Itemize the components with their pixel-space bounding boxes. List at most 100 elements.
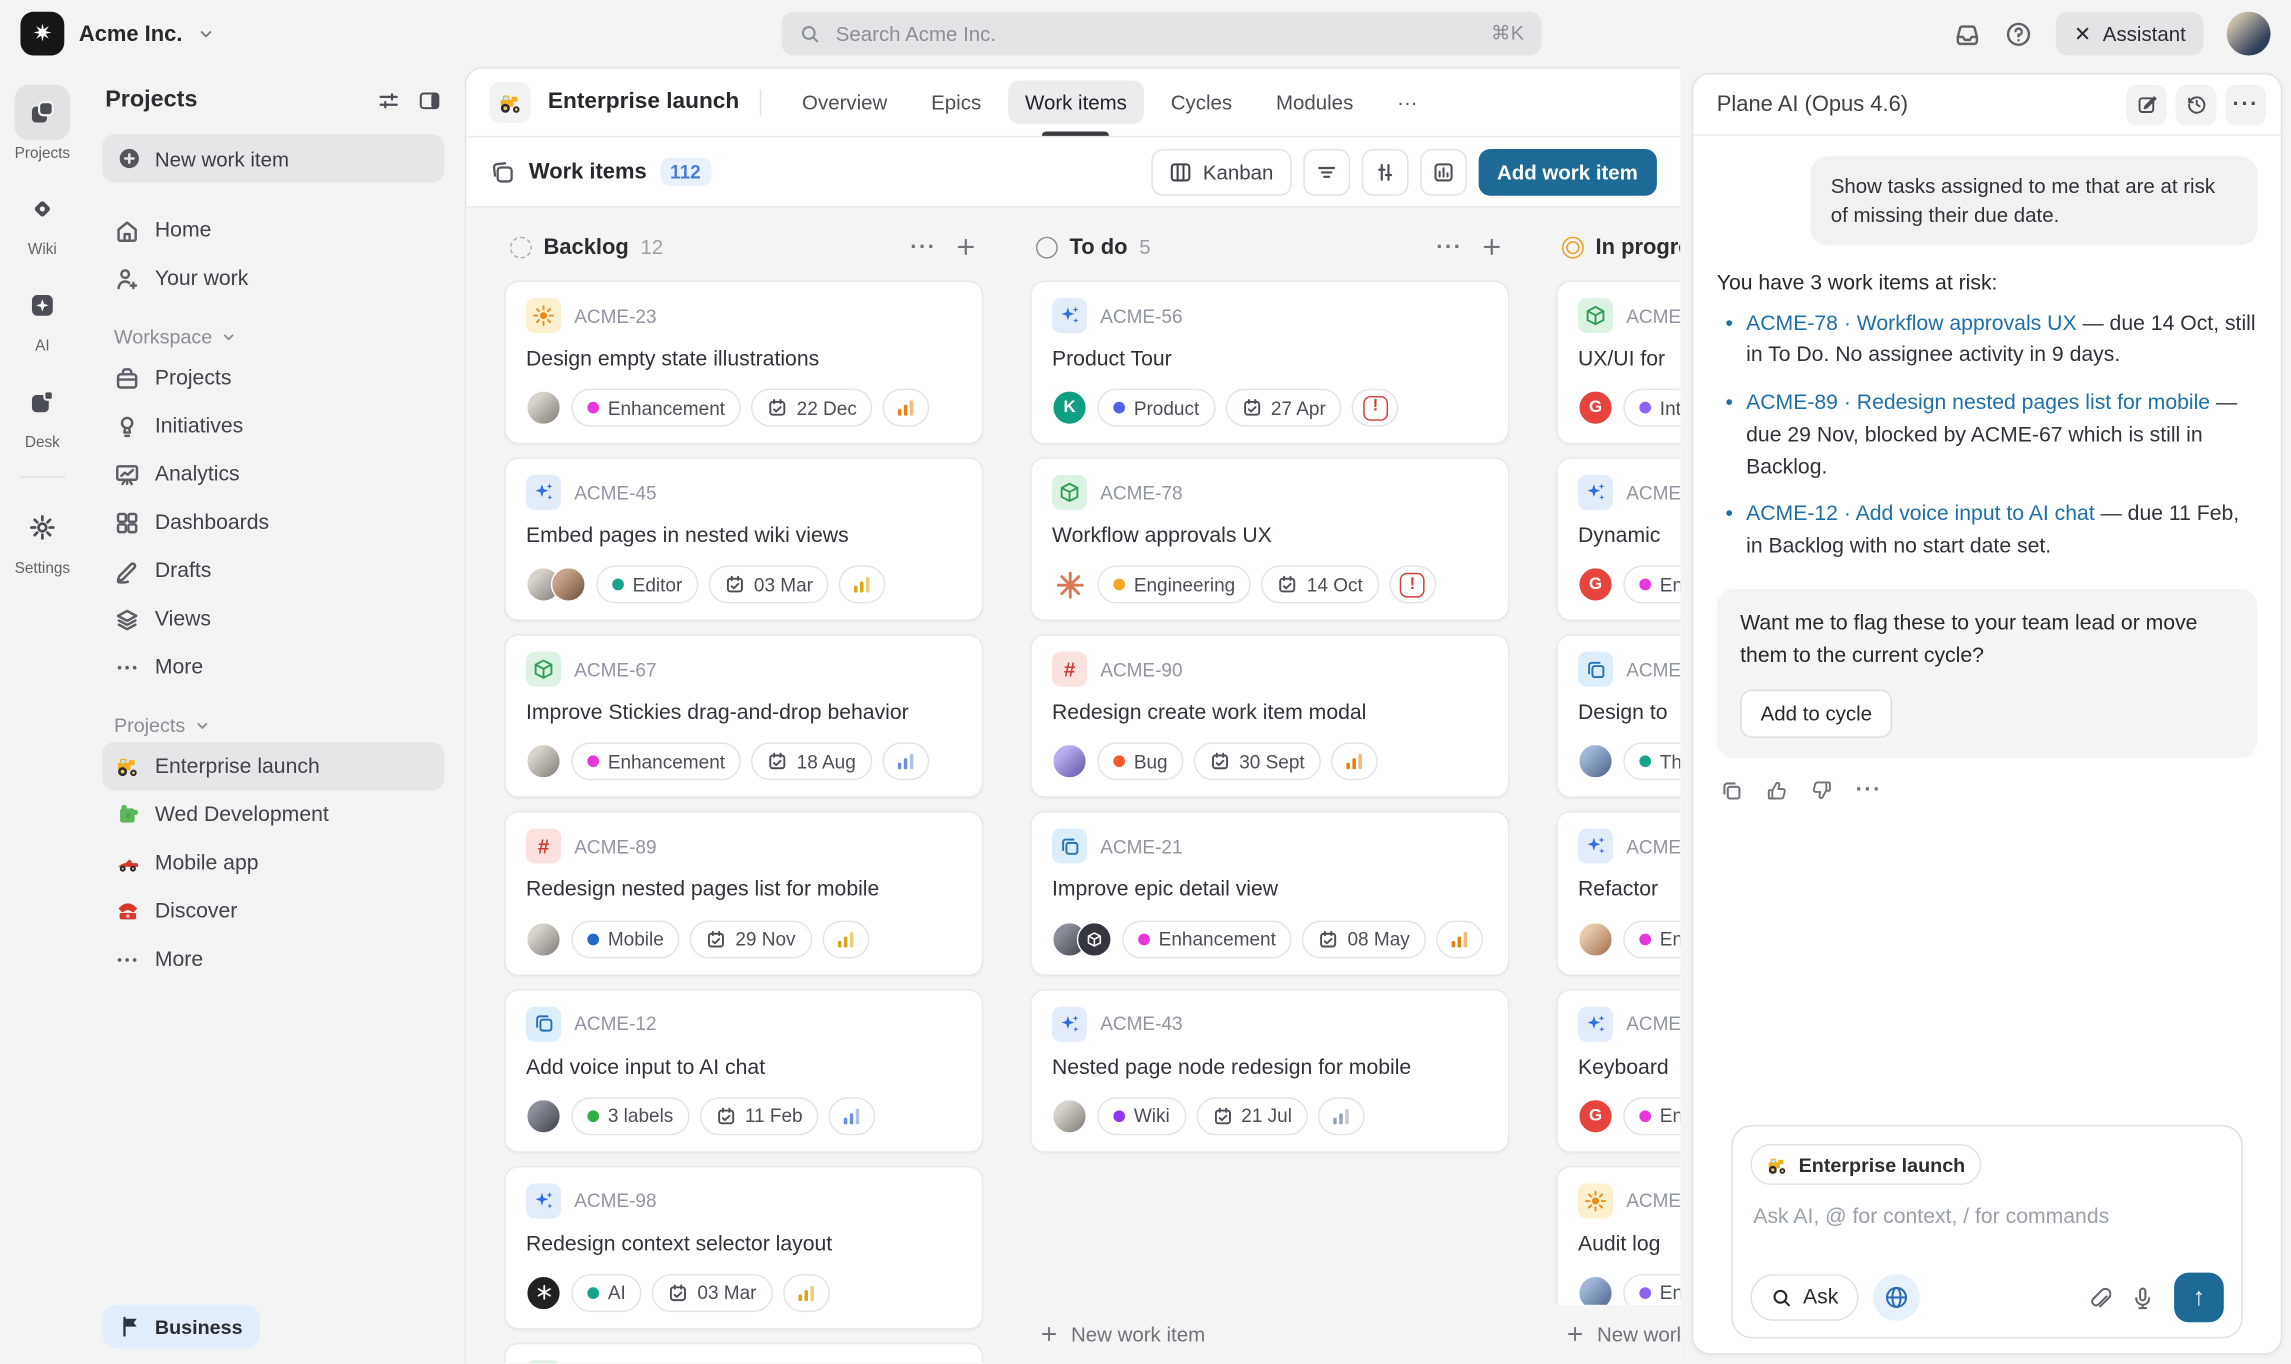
- column-add-icon[interactable]: [1480, 235, 1503, 258]
- sidebar-section-workspace[interactable]: Workspace: [102, 326, 444, 348]
- progress-chart-pill[interactable]: [1331, 743, 1378, 781]
- work-item-link[interactable]: ACME-78 · Workflow approvals UX: [1746, 312, 2076, 335]
- sidebar-item-drafts[interactable]: Drafts: [102, 546, 444, 594]
- work-item-card[interactable]: ACME-Audit logEn: [1556, 1165, 1680, 1304]
- tab-modules[interactable]: Modules: [1256, 69, 1374, 136]
- sidebar-item-views[interactable]: Views: [102, 595, 444, 643]
- plan-badge[interactable]: Business: [102, 1305, 260, 1349]
- workspace-logo[interactable]: ✷: [20, 12, 64, 56]
- due-date-pill[interactable]: 08 May: [1302, 920, 1426, 958]
- work-item-card[interactable]: ACME-6UX/UI forGInt: [1556, 281, 1680, 445]
- sidebar-item-home[interactable]: Home: [102, 206, 444, 254]
- sidebar-item-initiatives[interactable]: Initiatives: [102, 402, 444, 450]
- copy-icon[interactable]: [1720, 779, 1743, 802]
- analytics-button[interactable]: [1420, 148, 1467, 195]
- sidebar-item-projects[interactable]: Projects: [102, 354, 444, 402]
- sidebar-item-dashboards[interactable]: Dashboards: [102, 498, 444, 546]
- work-item-link[interactable]: ACME-89 · Redesign nested pages list for…: [1746, 392, 2210, 415]
- label-pill[interactable]: Enhancement: [1122, 920, 1292, 958]
- workspace-chevron-down-icon[interactable]: [197, 25, 215, 43]
- label-pill[interactable]: Th: [1623, 743, 1680, 781]
- assistant-input[interactable]: [1753, 1205, 2226, 1228]
- progress-chart-pill[interactable]: [829, 1097, 876, 1135]
- label-pill[interactable]: En: [1623, 566, 1680, 604]
- tab-cycles[interactable]: Cycles: [1150, 69, 1252, 136]
- due-date-pill[interactable]: 18 Aug: [751, 743, 872, 781]
- new-work-item-button[interactable]: New work item: [102, 134, 444, 182]
- due-date-pill[interactable]: 03 Mar: [652, 1274, 772, 1312]
- sidebar-collapse-icon[interactable]: [418, 89, 441, 112]
- sidebar-item-your-work[interactable]: Your work: [102, 254, 444, 302]
- work-item-card[interactable]: ACME-67Improve Stickies drag-and-drop be…: [504, 634, 983, 798]
- work-item-card[interactable]: ACME-KeyboardGEn: [1556, 988, 1680, 1152]
- label-pill[interactable]: Enhancement: [571, 389, 741, 427]
- more-actions-icon[interactable]: ···: [1856, 779, 1882, 802]
- label-pill[interactable]: En: [1623, 1097, 1680, 1135]
- attach-button[interactable]: [2086, 1285, 2111, 1310]
- thumbs-up-icon[interactable]: [1765, 779, 1788, 802]
- due-date-pill[interactable]: 29 Nov: [690, 920, 812, 958]
- thumbs-down-icon[interactable]: [1810, 779, 1833, 802]
- rail-item-projects[interactable]: Projects: [15, 85, 71, 162]
- due-date-pill[interactable]: 30 Sept: [1194, 743, 1321, 781]
- context-chip[interactable]: Enterprise launch: [1750, 1144, 1981, 1185]
- label-pill[interactable]: Product: [1097, 389, 1215, 427]
- send-button[interactable]: ↑: [2174, 1273, 2224, 1323]
- sidebar-item-analytics[interactable]: Analytics: [102, 450, 444, 498]
- progress-chart-pill[interactable]: [882, 743, 929, 781]
- sidebar-project-enterprise-launch[interactable]: Enterprise launch: [102, 742, 444, 790]
- priority-pill[interactable]: !: [1389, 566, 1436, 604]
- work-item-card[interactable]: ACME-98Redesign context selector layoutA…: [504, 1165, 983, 1329]
- add-to-cycle-button[interactable]: Add to cycle: [1740, 690, 1892, 738]
- global-search[interactable]: ⌘K: [782, 12, 1542, 56]
- label-pill[interactable]: Mobile: [571, 920, 680, 958]
- inbox-tray-icon[interactable]: [1954, 20, 1982, 48]
- tab-menu[interactable]: ···: [1377, 69, 1438, 136]
- due-date-pill[interactable]: 14 Oct: [1262, 566, 1379, 604]
- display-settings-button[interactable]: [1361, 148, 1408, 195]
- sidebar-project-mobile-app[interactable]: Mobile app: [102, 839, 444, 887]
- web-search-button[interactable]: [1873, 1274, 1920, 1321]
- label-pill[interactable]: Enhancement: [571, 743, 741, 781]
- sidebar-item-more[interactable]: More: [102, 643, 444, 691]
- due-date-pill[interactable]: 22 Dec: [751, 389, 873, 427]
- rail-item-wiki[interactable]: Wiki: [15, 181, 71, 258]
- help-icon[interactable]: [2005, 20, 2033, 48]
- progress-chart-pill[interactable]: [839, 566, 886, 604]
- progress-chart-pill[interactable]: [783, 1274, 830, 1312]
- sidebar-project-more[interactable]: More: [102, 935, 444, 983]
- due-date-pill[interactable]: 21 Jul: [1196, 1097, 1308, 1135]
- new-work-item-footer[interactable]: New work item: [1030, 1305, 1509, 1363]
- label-pill[interactable]: Int: [1623, 389, 1680, 427]
- work-item-link[interactable]: ACME-12 · Add voice input to AI chat: [1746, 503, 2095, 526]
- work-item-card[interactable]: ACME-43Nested page node redesign for mob…: [1030, 988, 1509, 1152]
- due-date-pill[interactable]: 11 Feb: [700, 1097, 819, 1135]
- ask-mode-button[interactable]: Ask: [1750, 1274, 1858, 1321]
- work-item-card[interactable]: ACME-21Improve epic detail viewEnhanceme…: [1030, 811, 1509, 975]
- sidebar-project-discover[interactable]: Discover: [102, 887, 444, 935]
- tab-epics[interactable]: Epics: [911, 69, 1002, 136]
- workspace-name[interactable]: Acme Inc.: [79, 21, 183, 46]
- rail-item-desk[interactable]: Desk: [15, 374, 71, 451]
- work-item-card[interactable]: ACME-76: [504, 1342, 983, 1363]
- work-item-card[interactable]: ACME-Design toTh: [1556, 634, 1680, 798]
- search-input[interactable]: [833, 20, 1480, 46]
- work-item-card[interactable]: ACME-23Design empty state illustrationsE…: [504, 281, 983, 445]
- work-item-card[interactable]: ACME-78Workflow approvals UXEngineering1…: [1030, 458, 1509, 622]
- work-item-card[interactable]: ACME-12Add voice input to AI chat3 label…: [504, 988, 983, 1152]
- view-switcher-kanban-button[interactable]: Kanban: [1152, 148, 1291, 195]
- add-work-item-button[interactable]: Add work item: [1478, 148, 1657, 195]
- label-pill[interactable]: Engineering: [1097, 566, 1251, 604]
- label-pill[interactable]: 3 labels: [571, 1097, 689, 1135]
- label-pill[interactable]: Editor: [596, 566, 698, 604]
- work-item-card[interactable]: ACME-56Product TourKProduct27 Apr!: [1030, 281, 1509, 445]
- sidebar-filter-icon[interactable]: [377, 89, 400, 112]
- work-item-card[interactable]: ACME-DynamicGEn: [1556, 458, 1680, 622]
- voice-button[interactable]: [2130, 1285, 2155, 1310]
- label-pill[interactable]: En: [1623, 920, 1680, 958]
- rail-item-settings[interactable]: Settings: [15, 500, 71, 577]
- sidebar-section-projects[interactable]: Projects: [102, 714, 444, 736]
- assistant-menu-button[interactable]: ···: [2225, 84, 2266, 125]
- column-menu-icon[interactable]: ···: [910, 236, 936, 258]
- due-date-pill[interactable]: 27 Apr: [1226, 389, 1342, 427]
